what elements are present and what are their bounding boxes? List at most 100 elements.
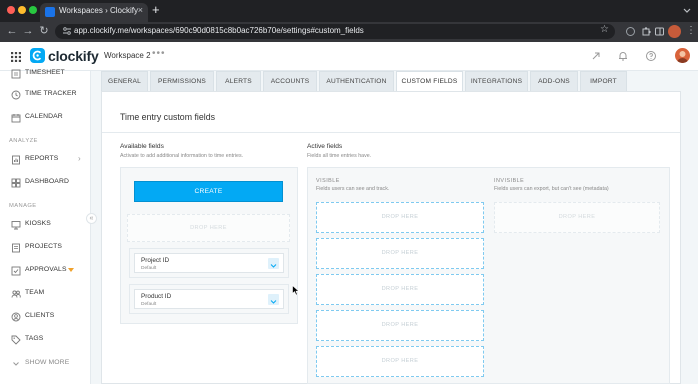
download-icon[interactable]	[590, 50, 602, 62]
bell-icon[interactable]	[617, 50, 629, 62]
sidebar-item-kiosks[interactable]: KIOSKS	[0, 216, 91, 234]
tab-add-ons[interactable]: ADD-ONS	[530, 71, 578, 91]
reports-icon	[12, 155, 20, 165]
sidebar-item-label: PROJECTS	[25, 243, 63, 250]
sidebar-item-label: KIOSKS	[25, 220, 51, 227]
section-heading-analyze: ANALYZE	[9, 138, 38, 144]
visible-drop-zone[interactable]: DROP HERE	[316, 310, 484, 341]
field-default-label: Default	[141, 266, 157, 271]
show-more-button[interactable]: SHOW MORE	[0, 355, 91, 373]
invisible-subtitle: Fields users can export, but can't see (…	[494, 186, 609, 192]
workspace-name[interactable]: Workspace 2	[104, 51, 151, 60]
site-info-icon[interactable]	[62, 26, 72, 36]
tab-close-icon[interactable]: ×	[138, 5, 143, 15]
sidebar-item-label: CLIENTS	[25, 312, 55, 319]
mouse-cursor-icon	[292, 285, 300, 296]
clockify-logo-text[interactable]: clockify	[48, 48, 99, 64]
tag-icon	[11, 335, 21, 345]
tab-accounts[interactable]: ACCOUNTS	[263, 71, 317, 91]
field-dropdown-button[interactable]	[268, 258, 279, 269]
field-card-inner[interactable]: Product ID Default	[134, 289, 284, 309]
field-card-inner[interactable]: Project ID Default	[134, 253, 284, 273]
collapse-sidebar-button[interactable]: «	[86, 213, 97, 224]
browser-menu-button[interactable]: ⋮	[686, 25, 696, 37]
back-button[interactable]: ←	[5, 24, 19, 38]
visible-drop-zone[interactable]: DROP HERE	[316, 274, 484, 305]
chevron-down-icon	[270, 300, 277, 304]
puzzle-icon[interactable]	[641, 26, 652, 37]
clockify-favicon-icon	[45, 7, 55, 17]
tab-custom-fields[interactable]: CUSTOM FIELDS	[396, 71, 463, 91]
chevron-down-icon	[13, 362, 19, 366]
sidebar-item-approvals[interactable]: APPROVALS	[0, 262, 91, 280]
sidebar-item-calendar[interactable]: CALENDAR	[0, 109, 91, 127]
tab-authentication[interactable]: AUTHENTICATION	[319, 71, 394, 91]
field-name: Product ID	[141, 293, 172, 300]
invisible-drop-zone[interactable]: DROP HERE	[494, 202, 660, 233]
create-field-button[interactable]: CREATE	[134, 181, 283, 202]
profile-avatar[interactable]	[668, 25, 681, 38]
sidebar-item-projects[interactable]: PROJECTS	[0, 239, 91, 257]
sidebar-item-clients[interactable]: CLIENTS	[0, 308, 91, 326]
clockify-logo-icon[interactable]	[30, 48, 45, 63]
workspace-menu-button[interactable]: •••	[152, 48, 166, 59]
kiosk-icon	[11, 221, 21, 230]
sidebar: TIMESHEET TIME TRACKER CALENDAR ANALYZE …	[0, 69, 91, 384]
team-icon	[11, 290, 21, 298]
sidebar-item-team[interactable]: TEAM	[0, 285, 91, 303]
field-card-project-id[interactable]: Project ID Default	[129, 248, 289, 278]
clock-icon	[11, 90, 21, 100]
close-window-button[interactable]	[7, 6, 15, 14]
grid-icon[interactable]	[11, 52, 21, 62]
tab-search-chevron-icon[interactable]	[682, 5, 692, 15]
visible-drop-zone[interactable]: DROP HERE	[316, 238, 484, 269]
sidebar-item-tags[interactable]: TAGS	[0, 331, 91, 349]
field-dropdown-button[interactable]	[268, 294, 279, 305]
field-card-product-id[interactable]: Product ID Default	[129, 284, 289, 314]
field-name: Project ID	[141, 257, 170, 264]
forward-button[interactable]: →	[21, 24, 35, 38]
available-drop-zone[interactable]: DROP HERE	[127, 214, 290, 242]
sidebar-item-label: REPORTS	[25, 155, 59, 162]
divider	[102, 132, 680, 133]
sidebar-item-dashboard[interactable]: DASHBOARD	[0, 174, 91, 192]
page-title: Time entry custom fields	[120, 112, 216, 122]
user-avatar[interactable]	[675, 48, 690, 63]
url-text: app.clockify.me/workspaces/690c90d0815c8…	[74, 26, 364, 35]
visible-drop-zone[interactable]: DROP HERE	[316, 202, 484, 233]
browser-tab[interactable]: Workspaces › Clockify ×	[40, 3, 148, 22]
active-fields-subtitle: Fields all time entries have.	[307, 153, 372, 159]
minimize-window-button[interactable]	[18, 6, 26, 14]
sidebar-item-reports[interactable]: REPORTS ›	[0, 151, 91, 169]
sidebar-item-label: CALENDAR	[25, 113, 63, 120]
address-bar[interactable]: app.clockify.me/workspaces/690c90d0815c8…	[55, 24, 615, 39]
chevron-down-icon	[270, 264, 277, 268]
tab-import[interactable]: IMPORT	[580, 71, 627, 91]
section-heading-manage: MANAGE	[9, 203, 37, 209]
browser-toolbar: ← → ↻ app.clockify.me/workspaces/690c90d…	[0, 22, 698, 42]
app-header: clockify Workspace 2 •••	[0, 42, 698, 71]
active-fields-title: Active fields	[307, 143, 343, 150]
bookmark-star-icon[interactable]: ☆	[600, 24, 609, 35]
reload-button[interactable]: ↻	[37, 24, 51, 38]
tab-alerts[interactable]: ALERTS	[216, 71, 261, 91]
tab-integrations[interactable]: INTEGRATIONS	[465, 71, 528, 91]
extension-icon[interactable]	[625, 26, 636, 37]
new-tab-button[interactable]: +	[152, 2, 160, 18]
sidebar-item-time-tracker[interactable]: TIME TRACKER	[0, 86, 91, 104]
clients-icon	[11, 312, 21, 322]
help-icon[interactable]	[645, 50, 657, 62]
visible-heading: VISIBLE	[316, 178, 340, 184]
tab-general[interactable]: GENERAL	[101, 71, 148, 91]
maximize-window-button[interactable]	[29, 6, 37, 14]
available-fields-subtitle: Activate to add additional information t…	[120, 153, 244, 159]
tab-permissions[interactable]: PERMISSIONS	[150, 71, 214, 91]
sidebar-item-label: TAGS	[25, 335, 44, 342]
sidebar-icon[interactable]	[654, 26, 665, 37]
browser-tab-title: Workspaces › Clockify	[59, 6, 138, 15]
sidebar-item-label: APPROVALS	[25, 266, 67, 273]
calendar-icon	[11, 114, 21, 123]
sidebar-item-timesheet[interactable]: TIMESHEET	[0, 65, 91, 83]
visible-drop-zone[interactable]: DROP HERE	[316, 346, 484, 377]
visible-subtitle: Fields users can see and track.	[316, 186, 390, 192]
